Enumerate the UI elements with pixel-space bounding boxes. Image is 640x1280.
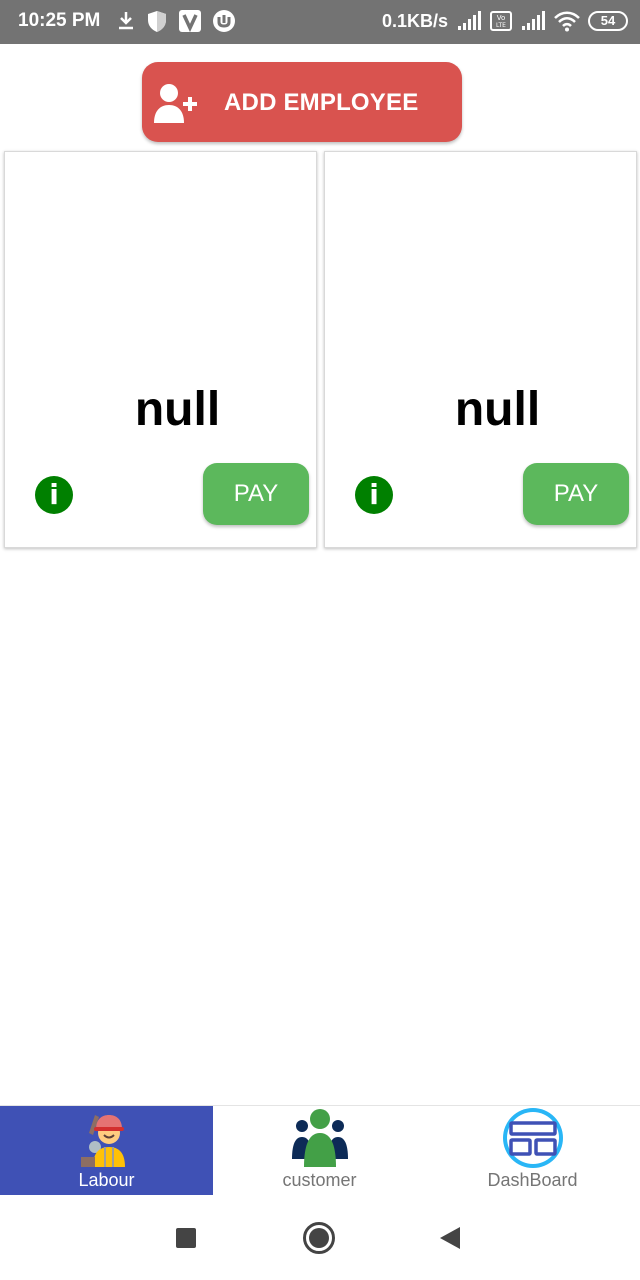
add-employee-button[interactable]: ADD EMPLOYEE [142, 62, 462, 142]
torrent-icon [213, 10, 235, 32]
pay-button[interactable]: PAY [203, 463, 309, 525]
shield-icon [148, 11, 166, 32]
info-icon[interactable]: i [35, 476, 73, 514]
battery-icon: 54 [588, 11, 628, 31]
employee-name: null [454, 383, 541, 436]
svg-text:LTE: LTE [496, 22, 506, 29]
employee-card: null i PAY [4, 151, 317, 548]
status-time: 10:25 PM [18, 10, 101, 31]
wifi-icon [554, 11, 580, 32]
employee-card: null i PAY [324, 151, 637, 548]
signal-icon [522, 11, 545, 30]
nav-item-dashboard[interactable]: DashBoard [426, 1106, 639, 1196]
pay-button[interactable]: PAY [523, 463, 629, 525]
nav-label-dashboard: DashBoard [487, 1170, 578, 1190]
info-icon[interactable]: i [355, 476, 393, 514]
volte-icon: Vo LTE [490, 11, 512, 31]
svg-text:Vo: Vo [497, 14, 506, 22]
status-bar: 10:25 PM 0.1KB/s Vo LTE 54 [0, 0, 640, 44]
employee-name: null [134, 383, 221, 436]
system-navigation-bar [0, 1195, 640, 1280]
bottom-navigation: Labour customer DashBoard [0, 1105, 640, 1196]
home-circle-icon[interactable] [302, 1221, 336, 1255]
labour-worker-icon [80, 1115, 125, 1167]
nav-item-labour[interactable]: Labour [0, 1106, 213, 1196]
download-icon [119, 12, 133, 30]
v-app-icon [179, 10, 201, 33]
nav-label-customer: customer [282, 1170, 357, 1190]
signal-icon [458, 11, 481, 30]
customer-group-icon [291, 1109, 348, 1167]
nav-label-labour: Labour [78, 1170, 135, 1190]
status-left-icons [116, 9, 236, 33]
back-triangle-icon[interactable] [438, 1226, 462, 1250]
nav-item-customer[interactable]: customer [213, 1106, 426, 1196]
dashboard-icon [502, 1108, 563, 1168]
battery-level: 54 [600, 13, 616, 28]
recents-square-icon[interactable] [175, 1227, 197, 1249]
network-speed: 0.1KB/s [382, 11, 449, 31]
add-employee-label: ADD EMPLOYEE [224, 89, 419, 116]
status-right-icons: Vo LTE 54 [456, 9, 628, 33]
add-person-icon [154, 84, 197, 123]
